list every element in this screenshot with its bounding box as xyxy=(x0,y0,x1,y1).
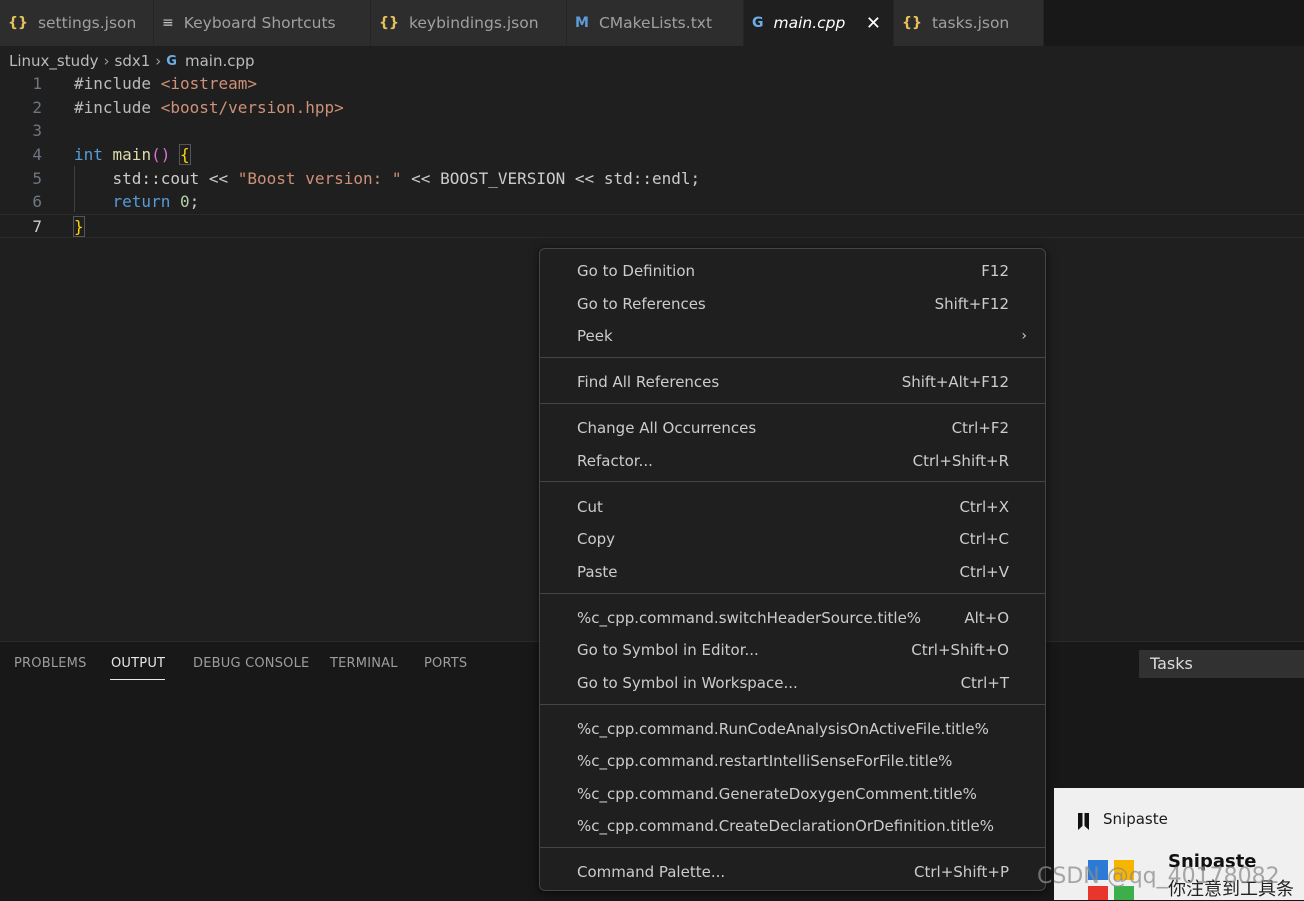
watermark: CSDN @qq_40178082 xyxy=(1037,864,1280,889)
editor-tab-bar: {} settings.json ≡ Keyboard Shortcuts {}… xyxy=(0,0,1304,46)
menu-separator xyxy=(540,847,1045,848)
panel-tab-problems[interactable]: PROBLEMS xyxy=(14,656,87,671)
menu-item-find-all-references[interactable]: Find All References Shift+Alt+F12 xyxy=(540,366,1047,398)
close-icon[interactable]: ✕ xyxy=(866,13,881,34)
tab-label: Keyboard Shortcuts xyxy=(183,14,336,32)
menu-separator xyxy=(540,704,1045,705)
menu-item-go-to-references[interactable]: Go to References Shift+F12 xyxy=(540,288,1047,320)
panel-tab-terminal[interactable]: TERMINAL xyxy=(330,656,398,671)
json-braces-icon: {} xyxy=(8,15,28,31)
line-number: 3 xyxy=(32,121,42,141)
panel-tab-debug-console[interactable]: DEBUG CONSOLE xyxy=(193,656,309,671)
code-editor[interactable]: 1 #include <iostream> 2 #include <boost/… xyxy=(0,72,1304,238)
menu-item-change-all-occurrences[interactable]: Change All Occurrences Ctrl+F2 xyxy=(540,412,1047,444)
indent-guide xyxy=(74,166,75,212)
line-number: 7 xyxy=(32,217,42,237)
menu-separator xyxy=(540,481,1045,482)
cpp-file-icon: G xyxy=(752,15,764,31)
tab-label: CMakeLists.txt xyxy=(598,14,713,32)
active-tab-indicator xyxy=(110,679,165,680)
code-line: 5 std::cout << "Boost version: " << BOOS… xyxy=(0,167,1304,191)
line-number: 1 xyxy=(32,74,42,93)
breadcrumb-folder[interactable]: Linux_study xyxy=(9,52,99,70)
keyboard-shortcuts-icon: ≡ xyxy=(162,15,174,31)
bookmark-icon xyxy=(1078,813,1089,830)
menu-item-peek[interactable]: Peek › xyxy=(540,320,1047,352)
line-number: 4 xyxy=(32,145,42,165)
chevron-right-icon: › xyxy=(155,52,162,70)
code-line: 2 #include <boost/version.hpp> xyxy=(0,96,1304,120)
tab-label: tasks.json xyxy=(931,14,1010,32)
breadcrumb: Linux_study › sdx1 › G main.cpp xyxy=(9,50,255,72)
code-text: #include <iostream> xyxy=(74,74,258,93)
code-text: #include <boost/version.hpp> xyxy=(74,97,344,117)
menu-item-copy[interactable]: Copy Ctrl+C xyxy=(540,523,1047,555)
cpp-file-icon: G xyxy=(166,53,177,69)
panel-tab-output[interactable]: OUTPUT xyxy=(111,656,165,671)
code-text: return 0; xyxy=(112,192,200,212)
code-text: } xyxy=(73,216,85,238)
snipaste-title: Snipaste xyxy=(1103,810,1168,828)
tab-settings-json[interactable]: {} settings.json xyxy=(0,0,154,46)
chevron-right-icon: › xyxy=(103,52,110,70)
menu-item-create-declaration-or-definition[interactable]: %c_cpp.command.CreateDeclarationOrDefini… xyxy=(540,810,1047,842)
code-text: int main() { xyxy=(74,144,191,166)
menu-item-switch-header-source[interactable]: %c_cpp.command.switchHeaderSource.title%… xyxy=(540,602,1047,634)
menu-item-go-to-symbol-in-editor[interactable]: Go to Symbol in Editor... Ctrl+Shift+O xyxy=(540,634,1047,666)
chevron-right-icon: › xyxy=(1021,328,1027,344)
json-braces-icon: {} xyxy=(379,15,399,31)
tab-label: settings.json xyxy=(37,14,137,32)
menu-item-restart-intellisense[interactable]: %c_cpp.command.restartIntelliSenseForFil… xyxy=(540,745,1047,777)
menu-item-generate-doxygen-comment[interactable]: %c_cpp.command.GenerateDoxygenComment.ti… xyxy=(540,778,1047,810)
tab-keybindings-json[interactable]: {} keybindings.json xyxy=(371,0,567,46)
line-number: 2 xyxy=(32,97,42,117)
context-menu: Go to Definition F12 Go to References Shif… xyxy=(539,248,1046,891)
output-channel-select[interactable]: Tasks xyxy=(1139,650,1304,678)
cmake-icon: M xyxy=(575,15,589,31)
tab-label: main.cpp xyxy=(773,14,846,32)
tab-tasks-json[interactable]: {} tasks.json xyxy=(894,0,1044,46)
code-line-current: 7 } xyxy=(0,214,1304,238)
breadcrumb-file[interactable]: main.cpp xyxy=(185,52,255,70)
menu-item-go-to-symbol-in-workspace[interactable]: Go to Symbol in Workspace... Ctrl+T xyxy=(540,667,1047,699)
panel-tab-ports[interactable]: PORTS xyxy=(424,656,467,671)
json-braces-icon: {} xyxy=(902,15,922,31)
menu-item-refactor[interactable]: Refactor... Ctrl+Shift+R xyxy=(540,445,1047,477)
code-line: 6 return 0; xyxy=(0,190,1304,214)
menu-separator xyxy=(540,403,1045,404)
menu-item-command-palette[interactable]: Command Palette... Ctrl+Shift+P xyxy=(540,856,1047,888)
tab-keyboard-shortcuts[interactable]: ≡ Keyboard Shortcuts xyxy=(154,0,371,46)
menu-separator xyxy=(540,357,1045,358)
code-line: 3 xyxy=(0,119,1304,143)
menu-item-go-to-definition[interactable]: Go to Definition F12 xyxy=(540,255,1047,287)
tab-cmakelists[interactable]: M CMakeLists.txt xyxy=(567,0,744,46)
code-line: 1 #include <iostream> xyxy=(0,72,1304,96)
line-number: 6 xyxy=(32,192,42,212)
line-number: 5 xyxy=(32,168,42,188)
menu-separator xyxy=(540,593,1045,594)
code-line: 4 int main() { xyxy=(0,143,1304,167)
menu-item-paste[interactable]: Paste Ctrl+V xyxy=(540,556,1047,588)
code-text: std::cout << "Boost version: " << BOOST_… xyxy=(74,168,701,188)
menu-item-run-code-analysis[interactable]: %c_cpp.command.RunCodeAnalysisOnActiveFi… xyxy=(540,713,1047,745)
tab-main-cpp[interactable]: G main.cpp ✕ xyxy=(744,0,894,46)
tab-label: keybindings.json xyxy=(408,14,539,32)
breadcrumb-folder[interactable]: sdx1 xyxy=(115,52,151,70)
menu-item-cut[interactable]: Cut Ctrl+X xyxy=(540,491,1047,523)
